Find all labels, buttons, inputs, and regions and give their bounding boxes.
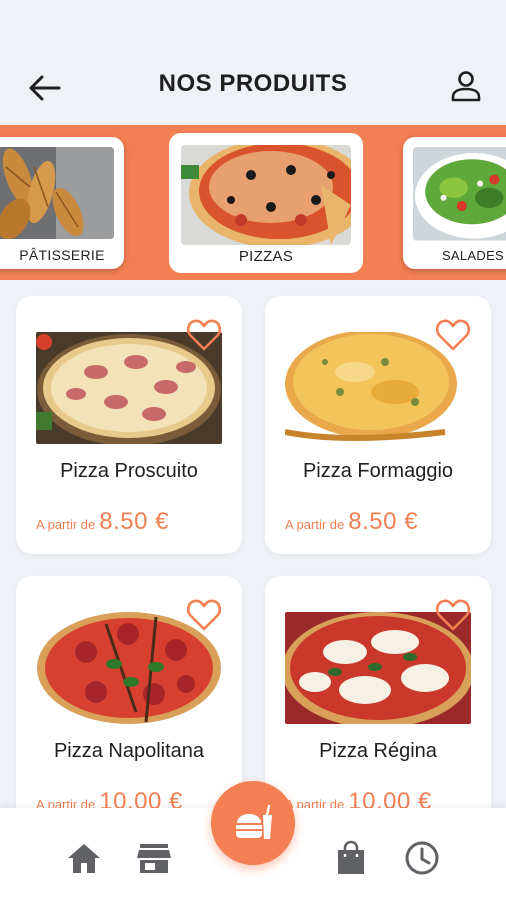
pizza-photo [181, 145, 351, 245]
product-card[interactable]: Pizza Formaggio A partir de 8.50 € [265, 296, 491, 554]
category-label: PÂTISSERIE [19, 247, 105, 263]
product-price: A partir de 8.50 € [285, 508, 418, 536]
favorite-heart-icon[interactable] [186, 598, 222, 632]
shopping-bag-icon [338, 840, 364, 874]
category-pizzas[interactable]: PIZZAS [169, 133, 363, 273]
page-title: NOS PRODUITS [158, 70, 348, 97]
category-label: PIZZAS [238, 248, 294, 265]
product-card[interactable]: Pizza Napolitana A partir de 10.00 € [16, 576, 242, 834]
nav-store[interactable] [134, 838, 174, 878]
product-card[interactable]: Pizza Proscuito A partir de 8.50 € [16, 296, 242, 554]
home-icon [68, 844, 100, 873]
app-header: NOS PRODUITS [0, 0, 506, 125]
favorite-heart-icon[interactable] [435, 318, 471, 352]
nav-home[interactable] [64, 838, 104, 878]
price-value: 8.50 € [99, 508, 169, 535]
product-name: Pizza Proscuito [60, 460, 198, 482]
pastry-photo [0, 147, 114, 239]
category-salades[interactable]: SALADES [403, 137, 506, 269]
product-price: A partir de 8.50 € [36, 508, 169, 536]
salad-photo [413, 147, 506, 241]
user-icon [451, 71, 481, 102]
clock-icon [405, 841, 439, 875]
product-card[interactable]: Pizza Régina A partir de 10.00 € [265, 576, 491, 834]
product-name: Pizza Napolitana [53, 740, 205, 762]
category-label: SALADES [441, 248, 505, 263]
favorite-heart-icon[interactable] [435, 598, 471, 632]
nav-history[interactable] [402, 838, 442, 878]
profile-button[interactable] [446, 66, 486, 106]
food-icon [236, 804, 272, 839]
favorite-heart-icon[interactable] [186, 318, 222, 352]
category-patisserie[interactable]: PÂTISSERIE [0, 137, 124, 269]
nav-cart[interactable] [331, 838, 371, 878]
price-value: 8.50 € [348, 508, 418, 535]
menu-fab-button[interactable] [211, 781, 295, 865]
product-name: Pizza Régina [319, 740, 437, 762]
price-prefix: A partir de [285, 517, 345, 532]
price-prefix: A partir de [36, 517, 96, 532]
product-name: Pizza Formaggio [302, 460, 454, 482]
category-carousel[interactable]: PÂTISSERIE PIZZAS SALADES [0, 125, 506, 280]
store-icon [137, 844, 171, 873]
